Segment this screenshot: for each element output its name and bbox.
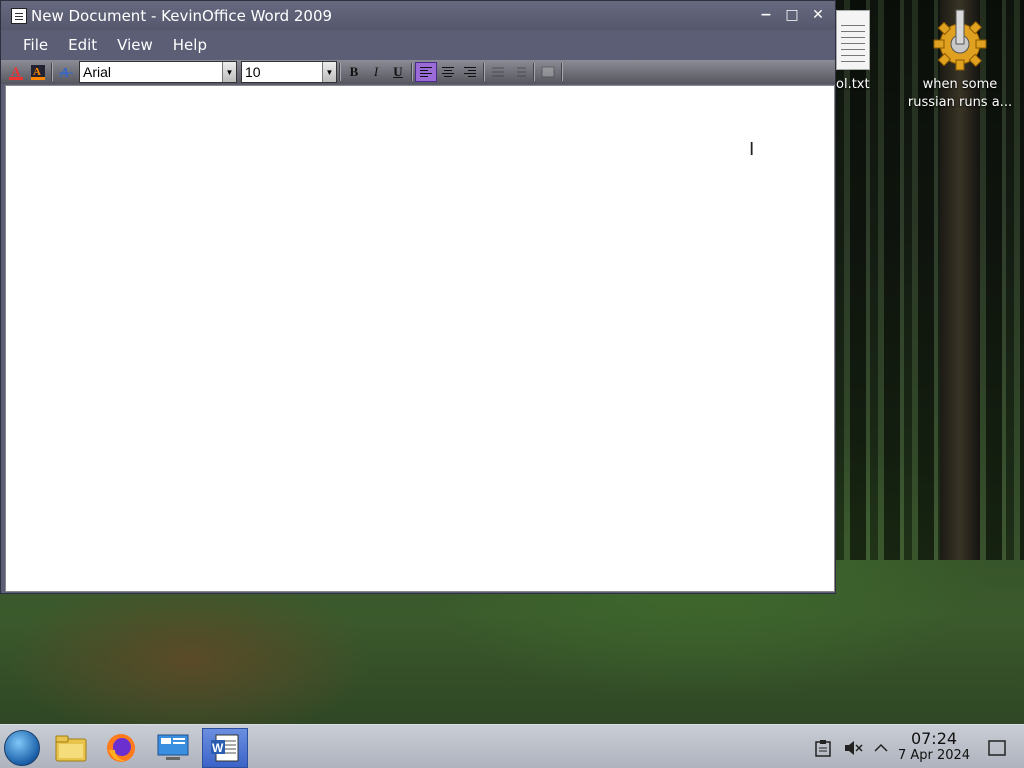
svg-text:A: A <box>33 66 41 78</box>
number-list-icon[interactable] <box>509 62 531 82</box>
start-orb-icon[interactable] <box>4 730 40 766</box>
clipboard-icon[interactable] <box>812 737 834 759</box>
menu-view[interactable]: View <box>107 36 163 54</box>
desktop-icon-label[interactable]: ol.txt <box>836 76 876 94</box>
chevron-down-icon[interactable]: ▼ <box>322 62 336 82</box>
menu-bar: File Edit View Help <box>1 30 835 60</box>
taskbar-clock[interactable]: 07:24 7 Apr 2024 <box>896 729 972 764</box>
clock-time: 07:24 <box>910 729 958 748</box>
close-button[interactable]: ✕ <box>807 5 829 25</box>
document-editor[interactable] <box>5 85 835 592</box>
minimize-button[interactable]: − <box>755 5 777 25</box>
font-size-value: 10 <box>245 64 261 80</box>
taskbar: W 07:24 7 Apr 2024 <box>0 724 1024 768</box>
align-right-button[interactable] <box>459 62 481 82</box>
remote-desktop-icon[interactable] <box>150 728 196 768</box>
svg-text:A: A <box>11 64 21 79</box>
word-icon[interactable]: W <box>202 728 248 768</box>
text-file-icon[interactable] <box>836 10 870 70</box>
firefox-icon[interactable] <box>98 728 144 768</box>
bullet-list-icon[interactable] <box>487 62 509 82</box>
toolbar-separator <box>411 63 413 81</box>
font-name-select[interactable]: Arial ▼ <box>79 61 237 83</box>
bold-button[interactable]: B <box>343 62 365 82</box>
menu-file[interactable]: File <box>13 36 58 54</box>
toolbar-separator <box>339 63 341 81</box>
text-cursor-icon: Ⅰ <box>749 139 755 160</box>
align-left-icon <box>420 67 432 77</box>
chevron-up-icon[interactable] <box>870 737 892 759</box>
menu-help[interactable]: Help <box>163 36 217 54</box>
align-left-button[interactable] <box>415 62 437 82</box>
chevron-down-icon[interactable]: ▼ <box>222 62 236 82</box>
align-center-icon <box>442 67 454 77</box>
menu-edit[interactable]: Edit <box>58 36 107 54</box>
volume-muted-icon[interactable] <box>842 737 864 759</box>
highlight-color-icon[interactable]: A <box>27 62 49 82</box>
window-title: New Document - KevinOffice Word 2009 <box>31 6 333 25</box>
underline-button[interactable]: U <box>387 62 409 82</box>
font-style-icon[interactable]: A <box>55 62 77 82</box>
align-right-icon <box>464 67 476 77</box>
font-name-value: Arial <box>83 64 112 80</box>
toolbar-separator <box>533 63 535 81</box>
gear-icon[interactable] <box>928 8 992 72</box>
formatting-toolbar: A A A Arial ▼ 10 ▼ B I U <box>1 60 835 84</box>
show-desktop-icon[interactable] <box>986 737 1008 759</box>
insert-image-icon[interactable] <box>537 62 559 82</box>
italic-button[interactable]: I <box>365 62 387 82</box>
clock-date: 7 Apr 2024 <box>897 748 971 763</box>
svg-text:W: W <box>212 741 224 755</box>
word-window: New Document - KevinOffice Word 2009 − □… <box>0 0 836 594</box>
toolbar-separator <box>483 63 485 81</box>
toolbar-separator <box>51 63 53 81</box>
font-size-select[interactable]: 10 ▼ <box>241 61 337 83</box>
toolbar-separator <box>561 63 563 81</box>
word-document-icon <box>11 7 27 24</box>
file-manager-icon[interactable] <box>48 728 94 768</box>
maximize-button[interactable]: □ <box>781 5 803 25</box>
align-center-button[interactable] <box>437 62 459 82</box>
font-color-icon[interactable]: A <box>5 62 27 82</box>
window-titlebar[interactable]: New Document - KevinOffice Word 2009 − □… <box>1 1 835 30</box>
desktop-icon-label[interactable]: when some russian runs a... <box>905 76 1015 112</box>
